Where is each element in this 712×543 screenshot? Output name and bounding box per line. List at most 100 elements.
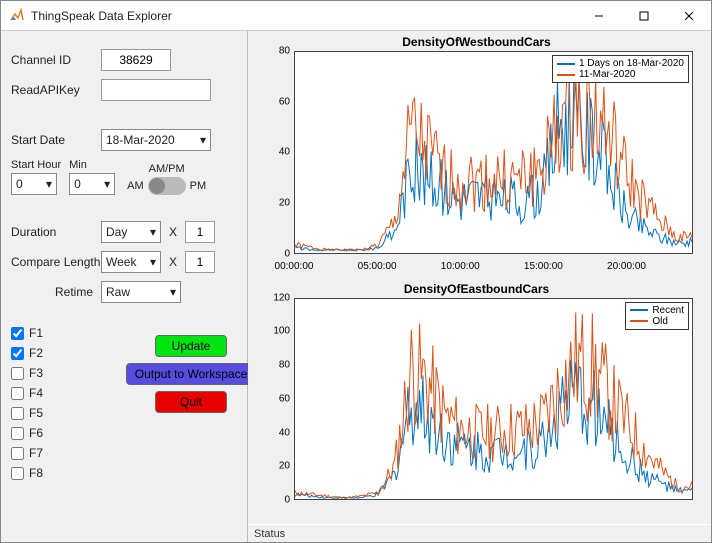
legend[interactable]: RecentOld xyxy=(625,302,689,330)
start-hour-select[interactable]: 0▾ xyxy=(11,173,57,195)
field-checkbox-f5[interactable]: F5 xyxy=(11,403,43,423)
legend-swatch xyxy=(630,320,648,322)
field-label: F1 xyxy=(29,326,43,340)
y-tick: 0 xyxy=(254,248,290,259)
checkbox-f4[interactable] xyxy=(11,387,24,400)
y-tick: 80 xyxy=(254,360,290,371)
legend[interactable]: 1 Days on 18-Mar-202011-Mar-2020 xyxy=(552,55,689,83)
ampm-label: AM/PM xyxy=(149,163,185,175)
field-checkbox-f8[interactable]: F8 xyxy=(11,463,43,483)
plot-westbound: DensityOfWestboundCars 0 20 40 60 80 00:00:00 0… xyxy=(254,37,699,276)
checkbox-f3[interactable] xyxy=(11,367,24,380)
close-button[interactable] xyxy=(666,1,711,30)
field-checkbox-f6[interactable]: F6 xyxy=(11,423,43,443)
field-checkbox-f7[interactable]: F7 xyxy=(11,443,43,463)
checkbox-f6[interactable] xyxy=(11,427,24,440)
field-label: F8 xyxy=(29,466,43,480)
status-bar: Status xyxy=(248,524,711,542)
compare-count-input[interactable] xyxy=(185,251,215,273)
field-checkbox-f3[interactable]: F3 xyxy=(11,363,43,383)
y-tick: 0 xyxy=(254,495,290,506)
plots-panel: DensityOfWestboundCars 0 20 40 60 80 00:00:00 0… xyxy=(248,31,711,542)
update-button[interactable]: Update xyxy=(155,335,227,357)
legend-label: 1 Days on 18-Mar-2020 xyxy=(579,58,684,69)
plot-eastbound: DensityOfEastboundCars020406080100120Rec… xyxy=(254,284,699,523)
read-api-key-input[interactable] xyxy=(101,79,211,101)
start-date-label: Start Date xyxy=(11,133,101,147)
x-tick: 15:00:00 xyxy=(524,261,563,272)
maximize-button[interactable] xyxy=(621,1,666,30)
checkbox-f1[interactable] xyxy=(11,327,24,340)
chevron-down-icon: ▾ xyxy=(104,177,110,191)
duration-x-label: X xyxy=(169,225,177,239)
x-tick: 05:00:00 xyxy=(358,261,397,272)
start-date-picker[interactable]: 18-Mar-2020 ▾ xyxy=(101,129,211,151)
channel-id-label: Channel ID xyxy=(11,53,101,67)
field-checkbox-f4[interactable]: F4 xyxy=(11,383,43,403)
legend-swatch xyxy=(557,74,575,76)
chevron-down-icon: ▾ xyxy=(200,133,206,147)
plot-title: DensityOfEastboundCars xyxy=(254,282,699,296)
compare-x-label: X xyxy=(169,255,177,269)
y-tick: 120 xyxy=(254,292,290,303)
chevron-down-icon: ▾ xyxy=(150,255,156,269)
min-label: Min xyxy=(69,159,87,171)
duration-select[interactable]: Day▾ xyxy=(101,221,161,243)
legend-label: Recent xyxy=(652,305,684,316)
field-label: F5 xyxy=(29,406,43,420)
output-to-workspace-button[interactable]: Output to Workspace xyxy=(126,363,256,385)
x-tick: 00:00:00 xyxy=(275,261,314,272)
legend-label: 11-Mar-2020 xyxy=(579,69,636,80)
plot-title: DensityOfWestboundCars xyxy=(254,35,699,49)
read-api-key-label: ReadAPIKey xyxy=(11,83,101,97)
y-tick: 20 xyxy=(254,197,290,208)
channel-id-input[interactable] xyxy=(101,49,171,71)
chevron-down-icon: ▾ xyxy=(150,225,156,239)
checkbox-f7[interactable] xyxy=(11,447,24,460)
matlab-icon xyxy=(9,8,25,24)
y-tick: 80 xyxy=(254,46,290,57)
y-tick: 20 xyxy=(254,461,290,472)
trace-0 xyxy=(295,359,692,498)
field-checkbox-f1[interactable]: F1 xyxy=(11,323,43,343)
legend-item: 11-Mar-2020 xyxy=(557,69,684,80)
compare-label: Compare Length xyxy=(11,255,101,269)
legend-swatch xyxy=(630,309,648,311)
duration-label: Duration xyxy=(11,225,101,239)
start-date-value: 18-Mar-2020 xyxy=(106,133,175,147)
legend-swatch xyxy=(557,63,575,65)
legend-item: Recent xyxy=(630,305,684,316)
chevron-down-icon: ▾ xyxy=(170,285,176,299)
field-label: F3 xyxy=(29,366,43,380)
checkbox-f5[interactable] xyxy=(11,407,24,420)
duration-count-input[interactable] xyxy=(185,221,215,243)
checkbox-f8[interactable] xyxy=(11,467,24,480)
field-label: F6 xyxy=(29,426,43,440)
trace-1 xyxy=(295,55,692,251)
y-tick: 60 xyxy=(254,96,290,107)
minimize-button[interactable] xyxy=(576,1,621,30)
checkbox-f2[interactable] xyxy=(11,347,24,360)
title-bar: ThingSpeak Data Explorer xyxy=(1,1,711,31)
y-tick: 40 xyxy=(254,147,290,158)
field-checkbox-f2[interactable]: F2 xyxy=(11,343,43,363)
legend-item: Old xyxy=(630,316,684,327)
retime-label: Retime xyxy=(11,285,101,299)
y-tick: 60 xyxy=(254,393,290,404)
start-hour-label: Start Hour xyxy=(11,159,61,171)
controls-panel: Channel ID ReadAPIKey Start Date 18-Mar-… xyxy=(1,31,248,542)
legend-label: Old xyxy=(652,316,668,327)
field-label: F2 xyxy=(29,346,43,360)
quit-button[interactable]: Quit xyxy=(155,391,227,413)
retime-select[interactable]: Raw▾ xyxy=(101,281,181,303)
x-tick: 20:00:00 xyxy=(607,261,646,272)
y-tick: 40 xyxy=(254,427,290,438)
ampm-toggle[interactable] xyxy=(148,177,186,195)
window-title: ThingSpeak Data Explorer xyxy=(31,9,576,23)
field-label: F7 xyxy=(29,446,43,460)
field-checkboxes: F1 F2 F3 F4 F5 F6 F7 F8 xyxy=(11,323,43,483)
field-label: F4 xyxy=(29,386,43,400)
min-select[interactable]: 0▾ xyxy=(69,173,115,195)
compare-select[interactable]: Week▾ xyxy=(101,251,161,273)
legend-item: 1 Days on 18-Mar-2020 xyxy=(557,58,684,69)
